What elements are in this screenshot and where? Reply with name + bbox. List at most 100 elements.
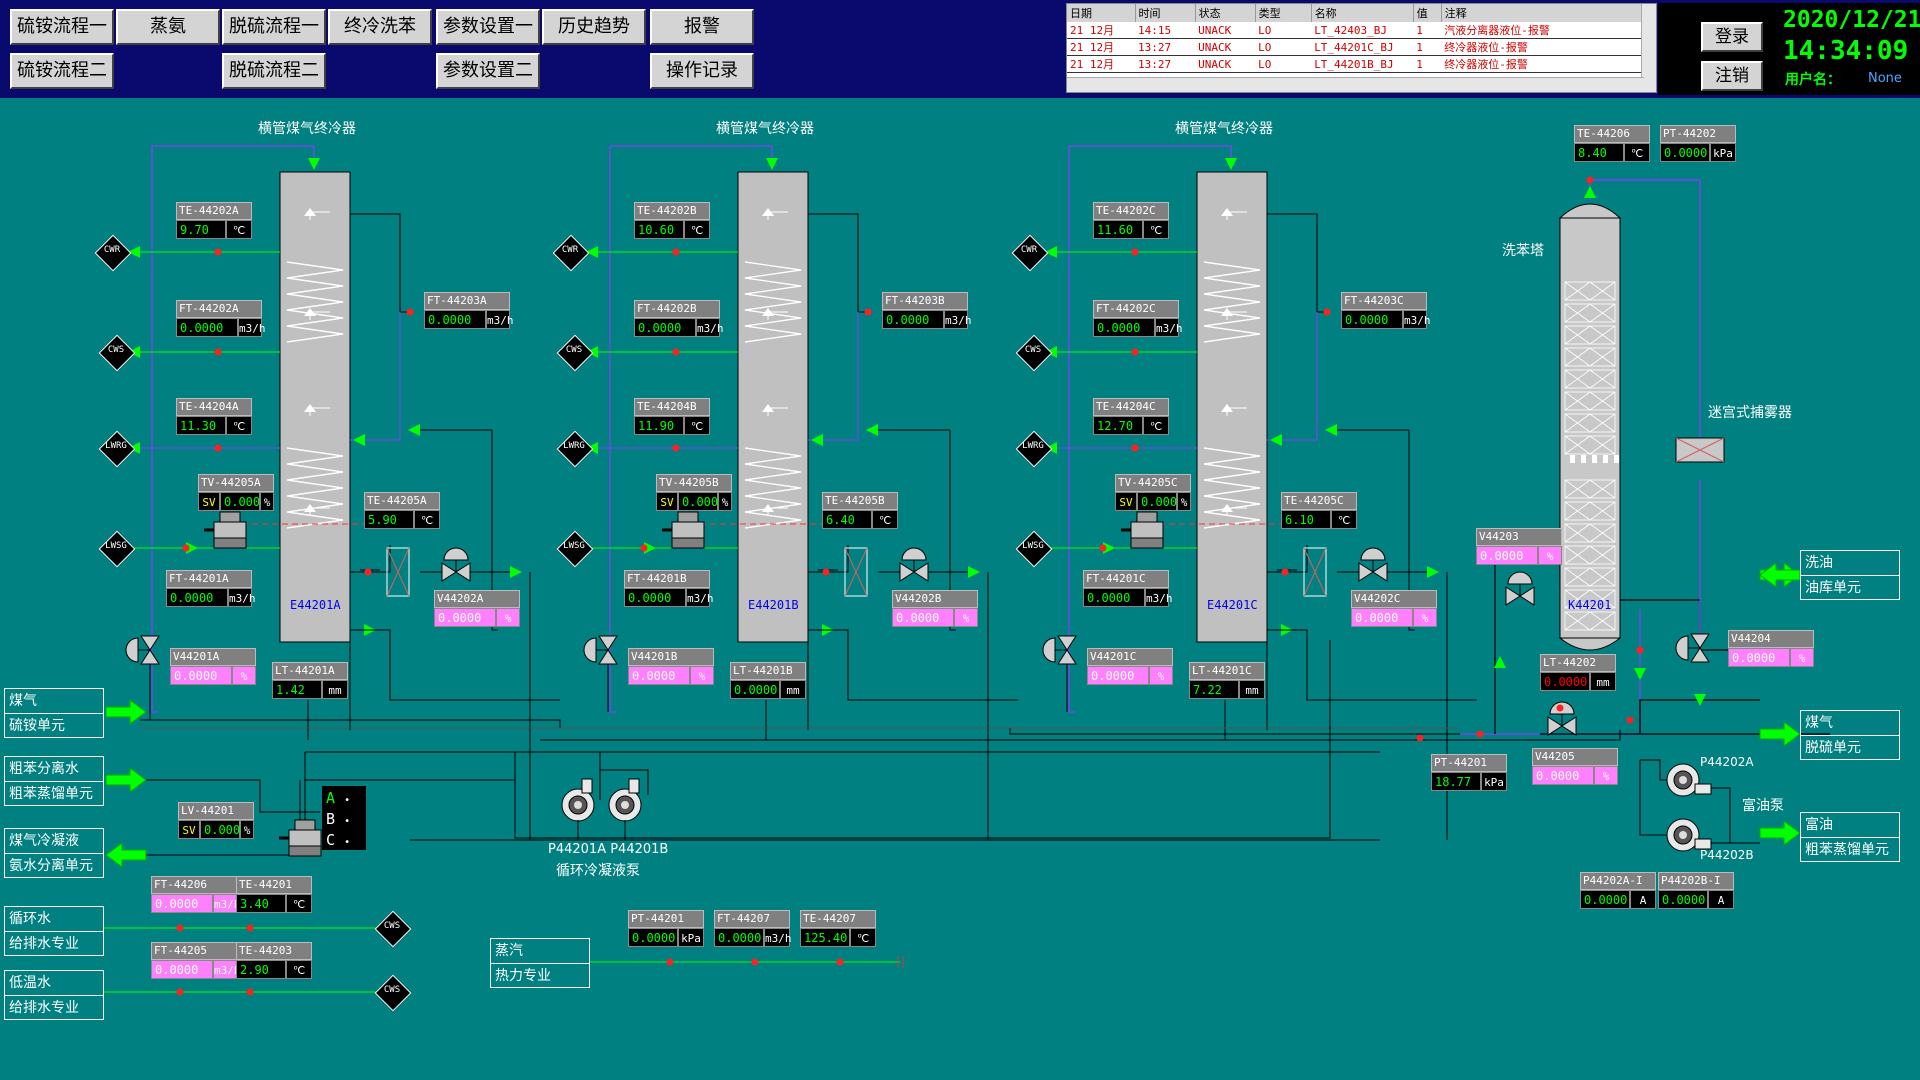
tag-v44204[interactable]: V44204 0.0000% [1728, 630, 1814, 668]
marker-lwrg: LWRG [556, 430, 594, 468]
tag-tv44205c[interactable]: TV-44205C SV 0.0000% [1115, 474, 1191, 512]
tag-lt44201c[interactable]: LT-44201C 7.22 mm [1189, 662, 1265, 700]
tag-pt44201[interactable]: PT-44201 18.77 kPa [1431, 754, 1507, 792]
tag-unit: m3/h [213, 894, 241, 913]
tag-value: 0.0000 [1728, 648, 1790, 667]
tag-name: LT-44201C [1189, 662, 1265, 680]
marker-label: LWRG [105, 441, 127, 451]
tag-ft44201a[interactable]: FT-44201A 0.0000 m3/h [166, 570, 256, 608]
tag-te44203[interactable]: TE-44203 2.90 ℃ [236, 942, 312, 980]
selector-a[interactable]: A • [326, 789, 366, 810]
tap-point [1281, 568, 1289, 576]
tag-unit: m3/h [1145, 588, 1173, 607]
gas-desulfur-box[interactable]: 煤气 脱硫单元 [1800, 710, 1900, 760]
tag-name: LV-44201 [178, 802, 254, 820]
gas-sulfate-box[interactable]: 煤气 硫铵单元 [4, 688, 104, 738]
tag-unit: mm [1590, 672, 1616, 691]
tag-v44201c[interactable]: V44201C 0.0000% [1087, 648, 1173, 686]
tag-unit: m3/h [486, 310, 514, 329]
tag-v44203[interactable]: V44203 0.0000% [1476, 528, 1562, 566]
tag-unit: % [1413, 608, 1437, 627]
tag-v44205[interactable]: V44205 0.0000% [1532, 748, 1618, 786]
tag-lt44201a[interactable]: LT-44201A 1.42 mm [272, 662, 348, 700]
tag-ft44202a[interactable]: FT-44202A 0.0000 m3/h [176, 300, 266, 338]
tag-lt44201b[interactable]: LT-44201B 0.0000 mm [730, 662, 806, 700]
tag-value: 0.0000 [1093, 318, 1155, 337]
tag-p44202ai[interactable]: P44202A-I 0.0000 A [1580, 872, 1656, 910]
marker-cwr: CWR [94, 234, 132, 272]
box-line: 硫铵单元 [9, 718, 65, 734]
tag-lv44201[interactable]: LV-44201 SV 0.0000% [178, 802, 254, 840]
tag-ft44201b[interactable]: FT-44201B 0.0000 m3/h [624, 570, 714, 608]
box-line: 给排水专业 [9, 936, 79, 952]
tag-ft44203a[interactable]: FT-44203A 0.0000 m3/h [424, 292, 514, 330]
tag-te44204a[interactable]: TE-44204A 11.30 ℃ [176, 398, 252, 436]
tag-v44201a[interactable]: V44201A 0.0000% [170, 648, 256, 686]
tag-value: 0.0000 [151, 894, 213, 913]
tap-point [836, 958, 844, 966]
tag-te44204b[interactable]: TE-44204B 11.90 ℃ [634, 398, 710, 436]
rich-oil-box[interactable]: 富油 粗苯蒸馏单元 [1800, 812, 1900, 862]
tag-pt44202[interactable]: PT-44202 0.0000 kPa [1660, 125, 1736, 163]
tag-value: 0.0000 [166, 588, 228, 607]
tag-name: TE-44201 [236, 876, 312, 894]
tag-te44205b[interactable]: TE-44205B 6.40 ℃ [822, 492, 898, 530]
tag-ft44203c[interactable]: FT-44203C 0.0000 m3/h [1341, 292, 1431, 330]
circ-pump-desc: 循环冷凝液泵 [556, 863, 640, 879]
tag-te44204c[interactable]: TE-44204C 12.70 ℃ [1093, 398, 1169, 436]
condensate-box[interactable]: 煤气冷凝液 氨水分离单元 [4, 828, 104, 878]
tag-unit: ℃ [872, 510, 898, 529]
tag-pt44201s[interactable]: PT-44201 0.0000 kPa [628, 910, 704, 948]
low-temp-water-box[interactable]: 低温水 给排水专业 [4, 970, 104, 1020]
tag-name: P44202A-I [1580, 872, 1656, 890]
tag-te44206[interactable]: TE-44206 8.40 ℃ [1574, 125, 1650, 163]
rich-oil-pump-label: 富油泵 [1742, 798, 1784, 814]
tag-value: 9.70 [176, 220, 226, 239]
tag-value: 5.90 [364, 510, 414, 529]
tag-v44202a[interactable]: V44202A 0.0000% [434, 590, 520, 628]
tag-ft44202c[interactable]: FT-44202C 0.0000 m3/h [1093, 300, 1183, 338]
abc-selector[interactable]: A • B • C • [322, 786, 366, 850]
tag-ft44206[interactable]: FT-44206 0.0000 m3/h [151, 876, 241, 914]
tag-value: 0.0000 [1087, 666, 1149, 685]
box-line: 脱硫单元 [1805, 740, 1861, 756]
selector-b[interactable]: B • [326, 810, 366, 831]
marker-lwsg: LWSG [98, 530, 136, 568]
tag-te44202a[interactable]: TE-44202A 9.70 ℃ [176, 202, 252, 240]
tag-te44205a[interactable]: TE-44205A 5.90 ℃ [364, 492, 440, 530]
tag-ft44203b[interactable]: FT-44203B 0.0000 m3/h [882, 292, 972, 330]
tag-v44202b[interactable]: V44202B 0.0000% [892, 590, 978, 628]
wash-oil-box[interactable]: 洗油 油库单元 [1800, 550, 1900, 600]
box-line: 蒸汽 [491, 939, 589, 964]
tag-ft44201c[interactable]: FT-44201C 0.0000 m3/h [1083, 570, 1173, 608]
tag-unit: kPa [1710, 143, 1736, 162]
tag-value: 0.0000 [1580, 890, 1630, 909]
selector-c[interactable]: C • [326, 831, 366, 852]
tag-te44205c[interactable]: TE-44205C 6.10 ℃ [1281, 492, 1357, 530]
tag-v44201b[interactable]: V44201B 0.0000% [628, 648, 714, 686]
tag-ft44207[interactable]: FT-44207 0.0000 m3/h [714, 910, 792, 948]
box-line: 煤气冷凝液 [5, 829, 103, 854]
tag-unit: mm [780, 680, 806, 699]
tag-ft44205[interactable]: FT-44205 0.0000 m3/h [151, 942, 241, 980]
tag-unit: ℃ [684, 220, 710, 239]
tag-te44202c[interactable]: TE-44202C 11.60 ℃ [1093, 202, 1169, 240]
tag-tv44205a[interactable]: TV-44205A SV 0.0000% [198, 474, 274, 512]
tag-te44201[interactable]: TE-44201 3.40 ℃ [236, 876, 312, 914]
tap-point [1586, 176, 1594, 184]
tag-te44202b[interactable]: TE-44202B 10.60 ℃ [634, 202, 710, 240]
circulating-water-box[interactable]: 循环水 给排水专业 [4, 906, 104, 956]
tag-p44202bi[interactable]: P44202B-I 0.0000 A [1658, 872, 1734, 910]
tag-ft44202b[interactable]: FT-44202B 0.0000 m3/h [634, 300, 724, 338]
steam-box[interactable]: 蒸汽 热力专业 [490, 938, 590, 988]
tag-lt44202[interactable]: LT-44202 0.0000 mm [1540, 654, 1616, 692]
marker-label: CWR [103, 245, 121, 255]
marker-cwr: CWR [1011, 234, 1049, 272]
tag-tv44205b[interactable]: TV-44205B SV 0.0000% [656, 474, 732, 512]
tag-unit: ℃ [286, 894, 312, 913]
tag-v44202c[interactable]: V44202C 0.0000% [1351, 590, 1437, 628]
crude-benzene-box[interactable]: 粗苯分离水 粗苯蒸馏单元 [4, 756, 104, 806]
tag-name: V44201C [1087, 648, 1173, 666]
tag-te44207[interactable]: TE-44207 125.40 ℃ [800, 910, 876, 948]
tag-name: LT-44201B [730, 662, 806, 680]
